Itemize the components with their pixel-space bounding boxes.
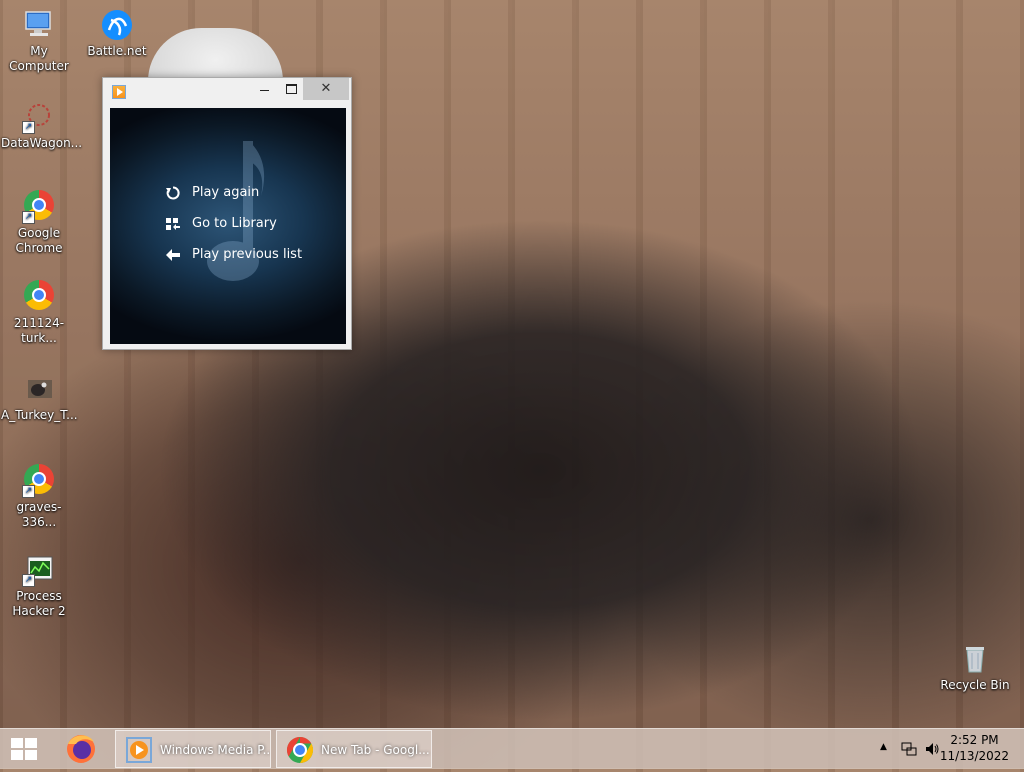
chrome-icon [22,280,56,314]
show-hidden-icons-icon[interactable]: ▲ [880,742,887,752]
desktop-icon-211124-turk[interactable]: 211124-turk... [1,278,77,346]
windows-media-player-icon [126,737,152,763]
taskbar: Windows Media P... New Tab - Googl... ▲ … [0,728,1024,769]
taskbar-task-chrome[interactable]: New Tab - Googl... [276,730,432,768]
chrome-icon: ↗ [22,464,56,498]
shortcut-arrow-icon: ↗ [22,485,35,498]
start-button[interactable] [0,729,48,769]
system-tray: ▲ 2:52 PM 11/13/2022 [864,729,1024,769]
go-to-library-option[interactable]: Go to Library [165,213,277,235]
desktop-icon-process-hacker[interactable]: ↗ Process Hacker 2 [1,553,77,619]
library-icon [166,218,180,230]
taskbar-task-windows-media-player[interactable]: Windows Media P... [115,730,271,768]
maximize-button[interactable] [276,78,306,100]
chrome-icon: ↗ [22,190,56,224]
clock[interactable]: 2:52 PM 11/13/2022 [937,732,1012,764]
computer-icon [22,8,56,42]
desktop-icon-datawagon[interactable]: ↗ DataWagon... [1,100,82,151]
firefox-icon [67,735,95,763]
desktop-icon-battle-net[interactable]: Battle.net [79,8,155,59]
recycle-bin-icon [958,642,992,676]
back-arrow-icon [166,249,180,261]
clock-date: 11/13/2022 [939,749,1010,763]
shortcut-arrow-icon: ↗ [22,574,35,587]
close-button[interactable]: ✕ [303,78,349,100]
desktop-icon-my-computer[interactable]: My Computer [1,8,77,74]
chrome-icon [286,736,314,764]
datawagon-shortcut-icon: ↗ [22,100,56,134]
play-previous-list-option[interactable]: Play previous list [165,244,302,266]
shortcut-arrow-icon: ↗ [22,121,35,134]
windows-media-player-icon [112,85,126,99]
desktop-icon-graves[interactable]: ↗ graves-336... [1,462,77,530]
windows-logo-icon [11,738,37,760]
desktop-icon-a-turkey[interactable]: A_Turkey_T... [1,372,78,423]
replay-icon [166,186,180,200]
battle-net-icon [100,8,134,42]
network-icon[interactable] [901,741,917,757]
taskbar-firefox-button[interactable] [58,730,104,768]
shortcut-arrow-icon: ↗ [22,211,35,224]
clock-time: 2:52 PM [950,733,999,747]
windows-media-player-window[interactable]: ✕ Play again Go to Library Play previous… [102,77,352,350]
play-again-option[interactable]: Play again [165,182,259,204]
image-file-icon [22,372,56,406]
desktop-icon-recycle-bin[interactable]: Recycle Bin [937,642,1013,693]
now-playing-area: Play again Go to Library Play previous l… [110,108,346,344]
process-hacker-icon: ↗ [22,553,56,587]
desktop-icon-google-chrome[interactable]: ↗ Google Chrome [1,188,77,256]
minimize-button[interactable] [249,78,279,100]
window-titlebar[interactable]: ✕ [103,78,351,106]
